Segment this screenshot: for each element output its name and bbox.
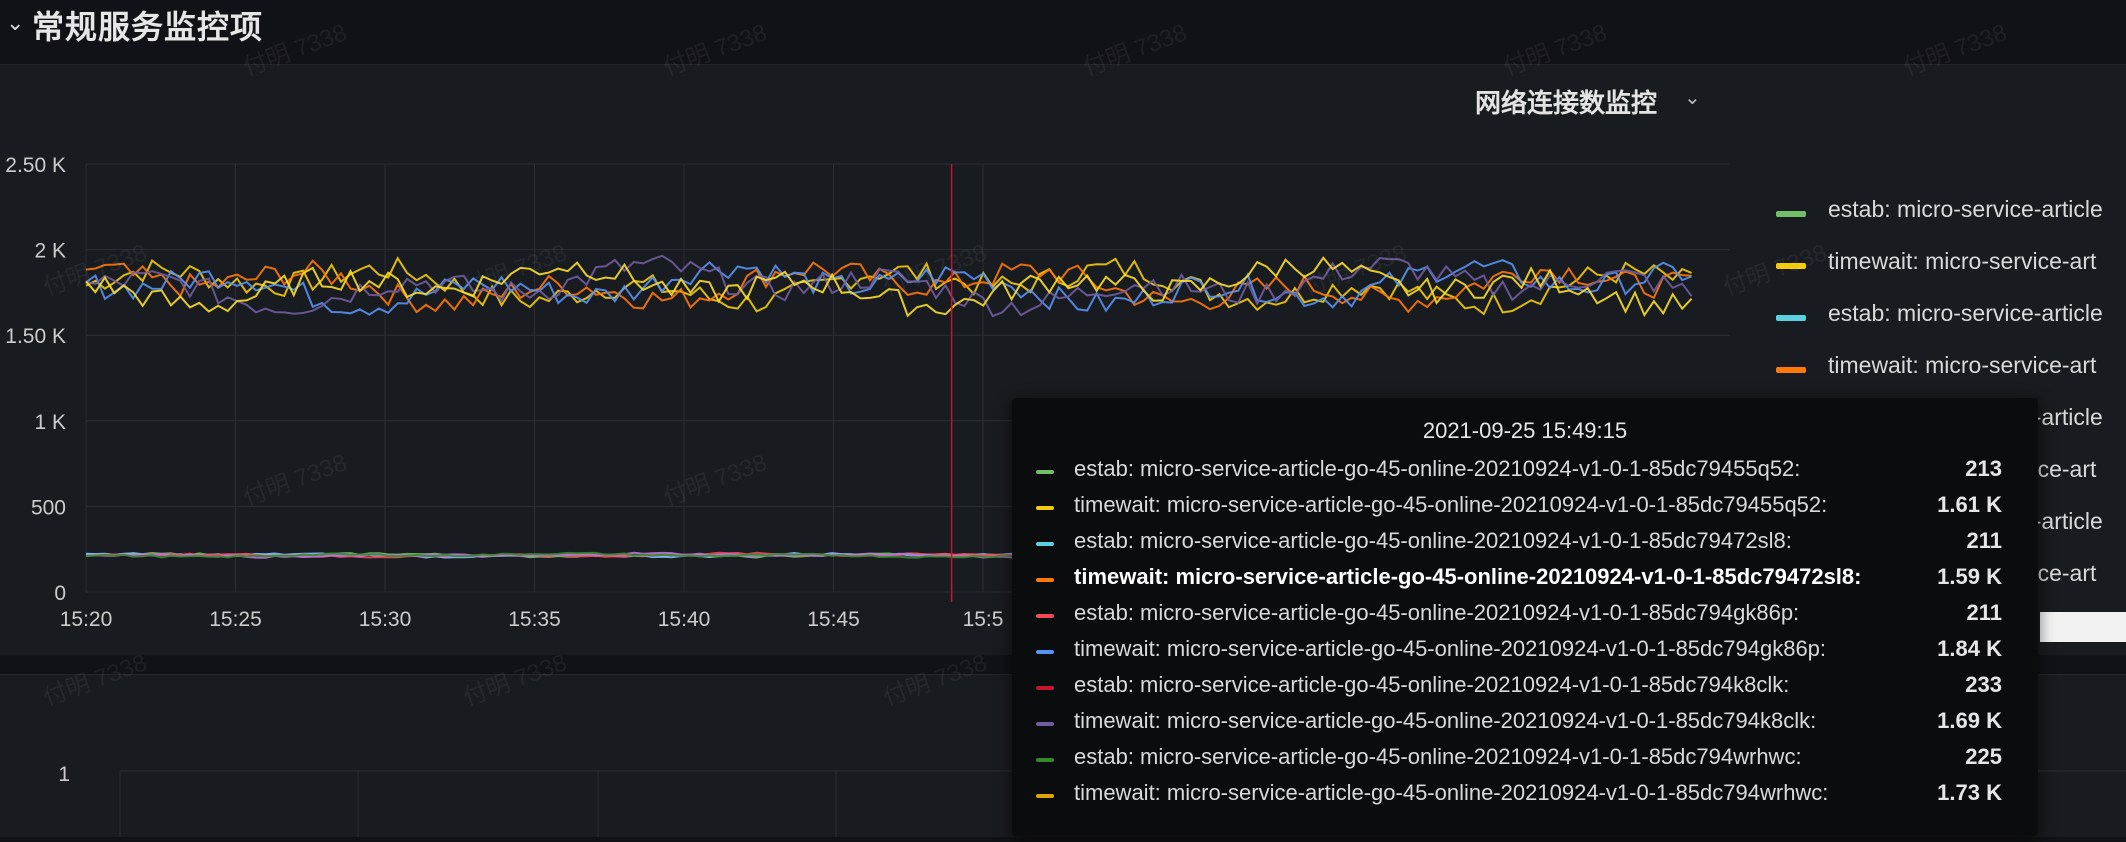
tooltip-series-label: timewait: micro-service-article-go-45-on… [1074,708,1817,733]
tooltip-series-value: 1.59 K [1937,564,2002,589]
tooltip-row: estab: micro-service-article-go-45-onlin… [1036,670,2026,704]
y-tick-label: 1.50 K [5,325,66,348]
tooltip-series-label: estab: micro-service-article-go-45-onlin… [1074,744,1802,769]
tooltip-color-swatch [1036,650,1054,654]
tooltip-color-swatch [1036,542,1054,546]
y-tick-label: 2.50 K [5,154,66,177]
tooltip-row: estab: micro-service-article-go-45-onlin… [1036,454,2026,488]
tooltip-color-swatch [1036,578,1054,582]
tooltip-color-swatch [1036,794,1054,798]
tooltip-series-label: timewait: micro-service-article-go-45-on… [1074,564,1862,589]
tooltip-series-value: 1.73 K [1937,780,2002,805]
y-tick-label: 1 K [34,411,66,434]
legend-label: estab: micro-service-article [1828,196,2103,222]
tooltip-series-value: 1.61 K [1937,492,2002,517]
y-tick-label: 1 [58,763,70,786]
tooltip-row: timewait: micro-service-article-go-45-on… [1036,490,2026,524]
chevron-down-icon[interactable]: ⌄ [6,10,24,36]
tooltip-series-value: 213 [1965,456,2002,481]
y-axis-ticks: 2.50 K 2 K 1.50 K 1 K 500 0 [5,154,66,605]
tooltip-series-label: timewait: micro-service-article-go-45-on… [1074,636,1827,661]
legend-item[interactable]: timewait: micro-service-art [1776,352,2126,384]
tooltip-row: estab: micro-service-article-go-45-onlin… [1036,598,2026,632]
tooltip-color-swatch [1036,506,1054,510]
tooltip-series-value: 233 [1965,672,2002,697]
row-title: 常规服务监控项 [32,9,264,45]
tooltip-series-value: 211 [1966,600,2003,625]
y-tick-label: 0 [54,582,66,605]
tooltip-row: timewait: micro-service-article-go-45-on… [1036,706,2026,740]
legend-label: estab: micro-service-article [1828,300,2103,326]
legend-label: timewait: micro-service-art [1828,248,2097,274]
y-tick-label: 2 K [34,240,66,263]
x-tick-label: 15:20 [60,608,113,631]
x-tick-label: 15:30 [359,608,412,631]
tooltip-row: estab: micro-service-article-go-45-onlin… [1036,742,2026,776]
tooltip-row: timewait: micro-service-article-go-45-on… [1036,562,2026,596]
tooltip-row: estab: micro-service-article-go-45-onlin… [1036,526,2026,560]
x-tick-label: 15:35 [508,608,561,631]
tooltip-series-value: 1.69 K [1937,708,2002,733]
tooltip-row: timewait: micro-service-article-go-45-on… [1036,634,2026,668]
tooltip-series-value: 211 [1966,528,2003,553]
legend-color-swatch [1776,367,1806,373]
tooltip-series-label: estab: micro-service-article-go-45-onlin… [1074,672,1790,697]
tooltip-series-value: 225 [1965,744,2002,769]
x-tick-label: 15:25 [209,608,262,631]
tooltip-color-swatch [1036,686,1054,690]
tooltip-color-swatch [1036,470,1054,474]
tooltip-color-swatch [1036,722,1054,726]
tooltip-series-label: timewait: micro-service-article-go-45-on… [1074,492,1828,517]
tooltip-color-swatch [1036,614,1054,618]
tooltip-row: timewait: micro-service-article-go-45-on… [1036,778,2026,812]
tooltip-series-label: estab: micro-service-article-go-45-onlin… [1074,456,1801,481]
tooltip-series-label: estab: micro-service-article-go-45-onlin… [1074,528,1792,553]
legend-item[interactable]: estab: micro-service-article [1776,196,2126,228]
legend-color-swatch [1776,315,1806,321]
x-tick-label: 15:5 [963,608,1004,631]
x-axis-ticks: 15:20 15:25 15:30 15:35 15:40 15:45 15:5 [60,608,1004,631]
legend-item[interactable]: estab: micro-service-article [1776,300,2126,332]
y-tick-label: 500 [31,496,66,519]
tooltip-series-label: estab: micro-service-article-go-45-onlin… [1074,600,1800,625]
x-tick-label: 15:45 [807,608,860,631]
legend-color-swatch [1776,211,1806,217]
hover-tooltip: 2021-09-25 15:49:15 estab: micro-service… [1012,398,2038,836]
tooltip-color-swatch [1036,758,1054,762]
legend-label: timewait: micro-service-art [1828,352,2097,378]
tooltip-series-label: timewait: micro-service-article-go-45-on… [1074,780,1829,805]
tooltip-time: 2021-09-25 15:49:15 [1422,418,1628,443]
legend-scroll-area [2040,612,2126,642]
x-tick-label: 15:40 [658,608,711,631]
tooltip-series-value: 1.84 K [1937,636,2002,661]
